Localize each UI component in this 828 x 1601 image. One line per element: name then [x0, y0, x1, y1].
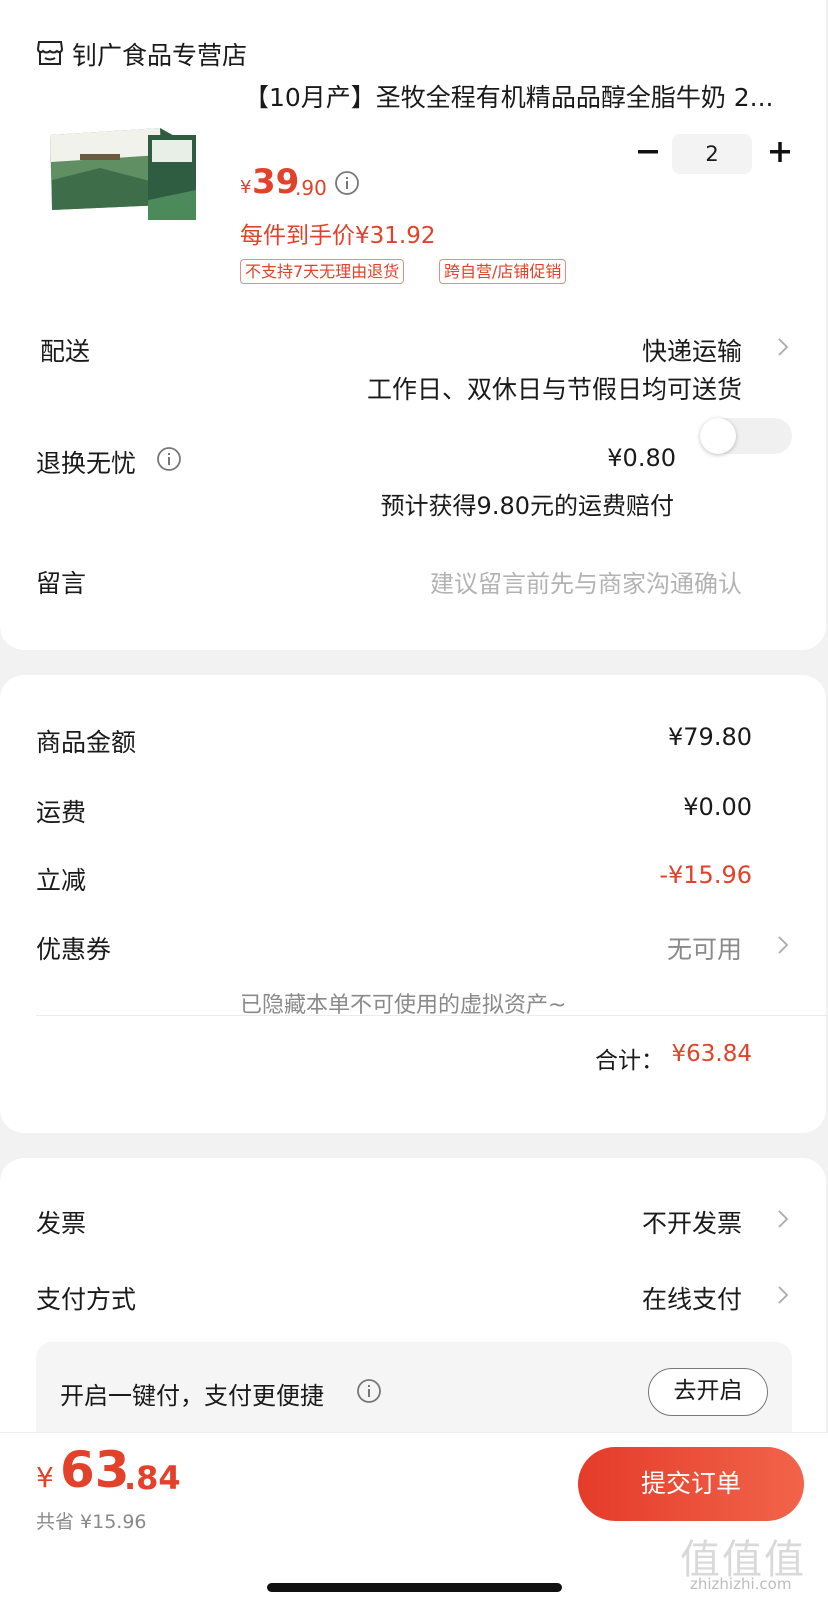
delivery-note: 工作日、双休日与节假日均可送货	[366, 375, 742, 404]
quantity-minus-button[interactable]	[634, 138, 662, 166]
payment-method-value[interactable]: 在线支付	[642, 1280, 742, 1316]
goods-amount-value: ¥79.80	[668, 723, 752, 751]
price-currency: ¥	[240, 177, 252, 198]
home-indicator[interactable]	[267, 1583, 562, 1592]
return-insurance-label: 退换无忧	[36, 449, 137, 478]
return-insurance-toggle[interactable]	[700, 418, 792, 454]
shipping-value: ¥0.00	[683, 793, 752, 821]
watermark-url: zhizhizhi.com	[690, 1575, 792, 1593]
store-name[interactable]: 钊广食品专营店	[72, 36, 247, 72]
order-item-card: 钊广食品专营店 【10月产】圣牧全程有机精品品醇全脂牛奶 2... ¥ 39 .…	[0, 0, 826, 650]
delivery-chevron-icon[interactable]	[776, 336, 790, 358]
price-decimal: .90	[295, 176, 327, 200]
return-insurance-note: 预计获得9.80元的运费赔付	[380, 492, 674, 520]
payment-method-label: 支付方式	[36, 1285, 137, 1314]
toggle-knob	[700, 418, 736, 454]
coupon-value[interactable]: 无可用	[667, 930, 742, 966]
total-currency: ¥	[36, 1461, 54, 1494]
enable-one-click-button[interactable]: 去开启	[648, 1368, 768, 1416]
summary-divider	[36, 1015, 828, 1016]
product-title[interactable]: 【10月产】圣牧全程有机精品品醇全脂牛奶 2...	[244, 78, 794, 114]
discount-label: 立减	[36, 866, 87, 895]
invoice-label: 发票	[36, 1209, 87, 1238]
return-insurance-info-icon[interactable]	[156, 446, 182, 472]
return-insurance-price: ¥0.80	[607, 444, 676, 472]
delivery-label: 配送	[40, 337, 91, 366]
one-click-info-icon[interactable]	[356, 1378, 382, 1404]
invoice-chevron-icon[interactable]	[776, 1208, 790, 1230]
coupon-label: 优惠券	[36, 935, 112, 964]
quantity-input[interactable]: 2	[672, 134, 752, 174]
price-info-icon[interactable]	[334, 170, 360, 196]
amount-summary-card: 商品金额 ¥79.80 运费 ¥0.00 立减 -¥15.96 优惠券 无可用 …	[0, 675, 828, 1133]
message-label: 留言	[36, 569, 87, 598]
total-decimal: .84	[124, 1459, 181, 1497]
payment-chevron-icon[interactable]	[776, 1284, 790, 1306]
discount-value: -¥15.96	[659, 861, 752, 889]
total-value: ¥63.84	[671, 1041, 752, 1067]
product-image[interactable]	[40, 110, 210, 230]
invoice-value[interactable]: 不开发票	[642, 1204, 742, 1240]
promotion-tag: 跨自营/店铺促销	[439, 259, 567, 284]
total-integer: 63	[60, 1441, 130, 1499]
one-click-pay-text: 开启一键付，支付更便捷	[60, 1382, 324, 1410]
price-integer: 39	[252, 162, 300, 202]
total-saved: 共省 ¥15.96	[36, 1511, 147, 1533]
delivery-method[interactable]: 快递运输	[642, 332, 742, 368]
per-item-price: 每件到手价¥31.92	[240, 223, 436, 249]
total-label: 合计：	[595, 1048, 664, 1074]
goods-amount-label: 商品金额	[36, 728, 137, 757]
submit-order-button[interactable]: 提交订单	[578, 1447, 804, 1521]
store-icon	[36, 40, 64, 66]
coupon-chevron-icon[interactable]	[776, 934, 790, 956]
quantity-plus-button[interactable]	[766, 138, 794, 166]
no-return-tag: 不支持7天无理由退货	[240, 259, 405, 284]
shipping-label: 运费	[36, 798, 87, 827]
message-input[interactable]: 建议留言前先与商家沟通确认	[430, 564, 742, 599]
